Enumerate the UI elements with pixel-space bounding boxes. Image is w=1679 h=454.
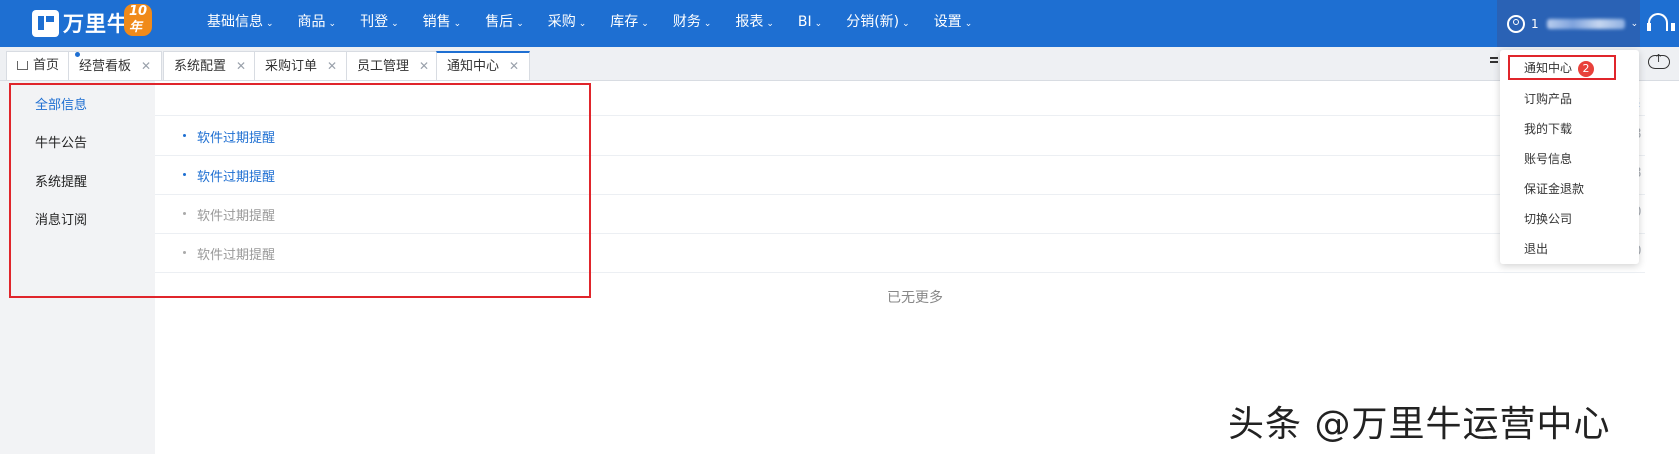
chevron-down-icon: ⌄ xyxy=(453,19,462,29)
unsaved-dot xyxy=(75,52,80,57)
nav-item-sales[interactable]: 销售 ⌄ xyxy=(411,0,474,47)
nav-item-bi[interactable]: BI ⌄ xyxy=(786,0,834,47)
chevron-down-icon: ⌄ xyxy=(391,19,399,29)
tab-dashboard[interactable]: 经营看板 ✕ xyxy=(68,51,163,80)
close-icon[interactable]: ✕ xyxy=(141,59,151,73)
close-icon[interactable]: ✕ xyxy=(327,59,337,73)
close-icon[interactable]: ✕ xyxy=(419,59,429,73)
chevron-down-icon: ⌄ xyxy=(814,19,823,29)
menu-item-logout[interactable]: 退出 xyxy=(1524,240,1548,257)
chevron-down-icon: ⌄ xyxy=(641,19,649,29)
chevron-down-icon: ⌄ xyxy=(266,19,274,29)
close-icon[interactable]: ✕ xyxy=(509,59,519,73)
nav-item-settings[interactable]: 设置 ⌄ xyxy=(922,0,985,47)
tab-employee[interactable]: 员工管理 ✕ xyxy=(346,51,441,80)
nav-item-products[interactable]: 商品 ⌄ xyxy=(286,0,349,47)
annotation-highlight-box xyxy=(9,83,591,298)
chevron-down-icon: ⌄ xyxy=(328,19,337,29)
logo-icon xyxy=(32,9,59,37)
cloud-upload-icon[interactable] xyxy=(1648,52,1670,69)
nav-item-distribution[interactable]: 分销(新) ⌄ xyxy=(834,0,921,47)
home-icon xyxy=(17,61,28,70)
tab-bar: 首页 经营看板 ✕ 系统配置 ✕ 采购订单 ✕ 员工管理 ✕ 通知中心 ✕ xyxy=(0,47,1679,81)
nav-item-listing[interactable]: 刊登 ⌄ xyxy=(348,0,411,47)
user-icon xyxy=(1507,14,1525,33)
menu-item-account-info[interactable]: 账号信息 xyxy=(1524,150,1572,167)
headset-icon[interactable] xyxy=(1647,13,1675,31)
menu-item-switch-company[interactable]: 切换公司 xyxy=(1524,210,1572,227)
menu-icon[interactable] xyxy=(1490,57,1498,59)
user-name-initial: 1 xyxy=(1531,16,1539,31)
chevron-down-icon: ⌄ xyxy=(902,19,910,29)
tab-home[interactable]: 首页 xyxy=(6,51,71,80)
tab-purchase-order[interactable]: 采购订单 ✕ xyxy=(254,51,349,80)
tab-notification-center[interactable]: 通知中心 ✕ xyxy=(436,51,531,80)
unread-count-badge: 2 xyxy=(1578,61,1595,77)
nav-item-finance[interactable]: 财务 ⌄ xyxy=(661,0,724,47)
nav-item-inventory[interactable]: 库存 ⌄ xyxy=(598,0,661,47)
no-more-text: 已无更多 xyxy=(887,290,943,306)
chevron-down-icon: ⌄ xyxy=(516,19,524,29)
anniversary-badge: 10年 xyxy=(124,4,153,36)
chevron-down-icon: ⌄ xyxy=(578,19,587,29)
main-nav: 基础信息 ⌄ 商品 ⌄ 刊登 ⌄ 销售 ⌄ 售后 ⌄ 采购 ⌄ 库存 ⌄ 财务 ⌄ 报表 ⌄ BI… xyxy=(195,0,984,47)
menu-item-my-downloads[interactable]: 我的下载 xyxy=(1524,120,1572,137)
user-name-blurred xyxy=(1546,18,1625,29)
watermark: 头条 @万里牛运营中心 xyxy=(1228,404,1611,445)
user-dropdown-menu: 通知中心 2 订购产品 我的下载 账号信息 保证金退款 切换公司 退出 xyxy=(1500,50,1639,264)
menu-item-deposit-refund[interactable]: 保证金退款 xyxy=(1524,180,1584,197)
close-icon[interactable]: ✕ xyxy=(236,59,246,73)
chevron-down-icon: ⌄ xyxy=(766,19,774,29)
brand-name: 万里牛 xyxy=(63,12,129,36)
chevron-down-icon: ⌄ xyxy=(1630,18,1639,29)
menu-item-order-products[interactable]: 订购产品 xyxy=(1524,90,1572,107)
brand-logo[interactable]: 万里牛 10年 xyxy=(32,4,153,38)
user-menu-trigger[interactable]: 1 ⌄ xyxy=(1497,0,1640,47)
nav-item-after-sales[interactable]: 售后 ⌄ xyxy=(473,0,536,47)
top-navbar: 万里牛 10年 基础信息 ⌄ 商品 ⌄ 刊登 ⌄ 销售 ⌄ 售后 ⌄ 采购 ⌄ 库存 ⌄ 财务… xyxy=(0,0,1679,47)
nav-item-reports[interactable]: 报表 ⌄ xyxy=(723,0,786,47)
nav-item-purchasing[interactable]: 采购 ⌄ xyxy=(536,0,599,47)
menu-item-notification-center[interactable]: 通知中心 2 xyxy=(1524,59,1595,77)
tab-system-config[interactable]: 系统配置 ✕ xyxy=(163,51,258,80)
nav-item-basic-info[interactable]: 基础信息 ⌄ xyxy=(195,0,286,47)
chevron-down-icon: ⌄ xyxy=(964,19,973,29)
chevron-down-icon: ⌄ xyxy=(703,19,712,29)
